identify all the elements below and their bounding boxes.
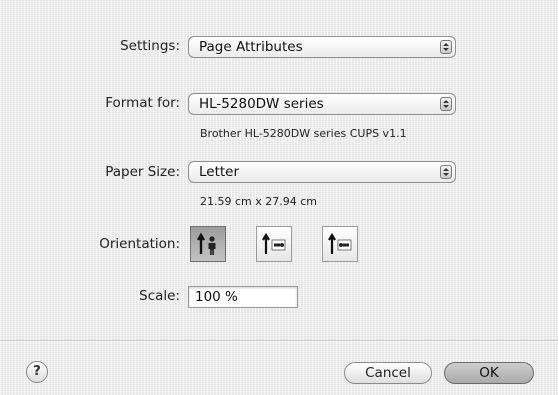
landscape-left-orientation-icon xyxy=(262,232,286,254)
popup-arrows-icon xyxy=(440,40,452,54)
format-for-label: Format for: xyxy=(105,95,180,111)
button-separator xyxy=(0,340,558,342)
portrait-orientation-icon xyxy=(196,232,216,255)
paper-size-label: Paper Size: xyxy=(105,164,180,180)
paper-dimensions: 21.59 cm x 27.94 cm xyxy=(200,195,318,208)
ok-button[interactable]: OK xyxy=(444,362,534,384)
popup-arrows-icon xyxy=(440,165,452,179)
orientation-landscape-left-button[interactable] xyxy=(256,226,292,262)
popup-arrows-icon xyxy=(440,97,452,111)
settings-value: Page Attributes xyxy=(199,39,303,55)
printer-driver-detail: Brother HL-5280DW series CUPS v1.1 xyxy=(200,127,407,140)
orientation-portrait-button[interactable] xyxy=(190,226,226,262)
help-button[interactable]: ? xyxy=(26,361,48,383)
paper-size-value: Letter xyxy=(199,164,240,180)
settings-label: Settings: xyxy=(120,38,180,54)
landscape-right-orientation-icon xyxy=(328,232,352,254)
scale-label: Scale: xyxy=(139,288,180,304)
format-for-value: HL-5280DW series xyxy=(199,96,324,112)
scale-input[interactable] xyxy=(188,286,298,308)
format-for-popup[interactable]: HL-5280DW series xyxy=(188,93,456,115)
orientation-landscape-right-button[interactable] xyxy=(322,226,358,262)
paper-size-popup[interactable]: Letter xyxy=(188,161,456,183)
cancel-button[interactable]: Cancel xyxy=(344,362,432,384)
settings-popup[interactable]: Page Attributes xyxy=(188,36,456,58)
orientation-label: Orientation: xyxy=(99,236,180,252)
